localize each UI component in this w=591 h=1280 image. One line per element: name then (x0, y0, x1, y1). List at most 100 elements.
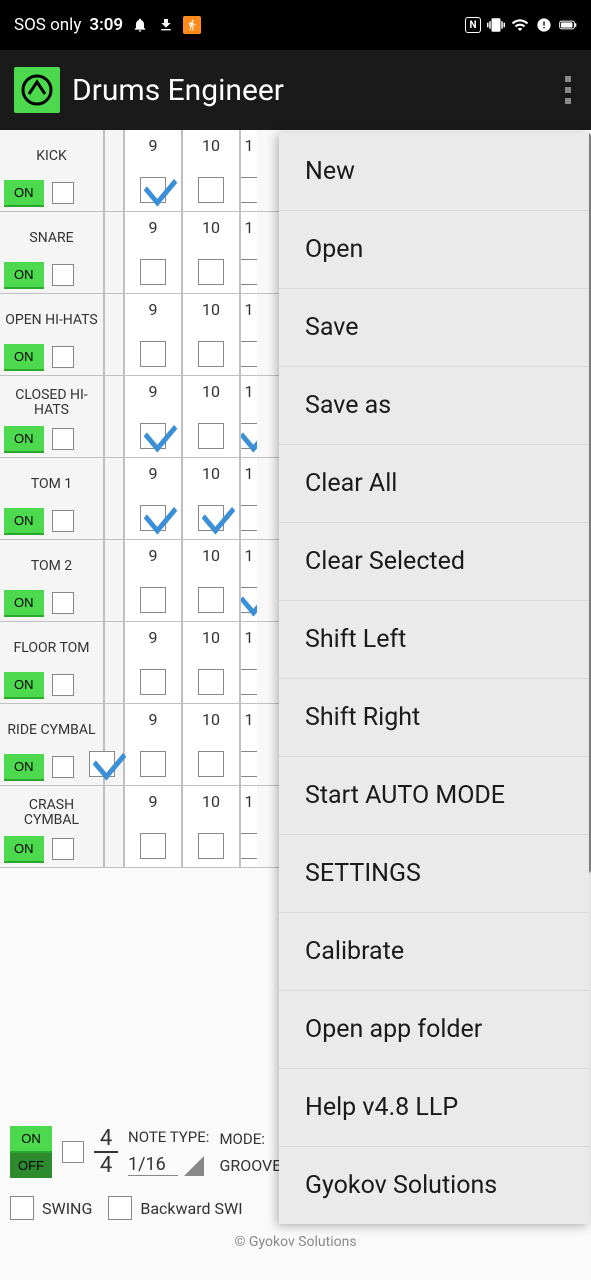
menu-item[interactable]: Calibrate (279, 913, 589, 991)
step-checkbox[interactable] (241, 669, 257, 695)
step-checkbox[interactable] (198, 177, 224, 203)
menu-item[interactable]: Clear Selected (279, 523, 589, 601)
time-signature[interactable]: 4 4 (94, 1126, 118, 1178)
track-checkbox[interactable] (52, 674, 74, 696)
menu-item[interactable]: Save (279, 289, 589, 367)
step-checkbox[interactable] (140, 587, 166, 613)
track-on-button[interactable]: ON (4, 836, 44, 861)
menu-item[interactable]: New (279, 133, 589, 211)
step-checkbox[interactable] (140, 259, 166, 285)
step-cell: 1 (241, 212, 257, 293)
step-checkbox[interactable] (241, 423, 257, 449)
menu-item[interactable]: Shift Left (279, 601, 589, 679)
status-right: N (465, 16, 577, 34)
master-on-button[interactable]: ON (10, 1126, 52, 1151)
step-cell: 10 (183, 622, 241, 703)
track-label-cell: SNAREON (0, 212, 105, 293)
step-checkbox[interactable] (89, 751, 115, 777)
step-cell: 1 (241, 704, 257, 785)
step-checkbox[interactable] (241, 751, 257, 777)
track-checkbox[interactable] (52, 592, 74, 614)
track-on-button[interactable]: ON (4, 590, 44, 615)
menu-item[interactable]: Shift Right (279, 679, 589, 757)
step-cell: 10 (183, 458, 241, 539)
step-checkbox[interactable] (241, 177, 257, 203)
step-cell: 9 (125, 130, 183, 211)
step-checkbox[interactable] (140, 341, 166, 367)
step-checkbox[interactable] (198, 587, 224, 613)
step-checkbox[interactable] (198, 341, 224, 367)
menu-item[interactable]: Open app folder (279, 991, 589, 1069)
track-checkbox[interactable] (52, 428, 74, 450)
signal-text: SOS only (14, 15, 81, 35)
menu-item[interactable]: SETTINGS (279, 835, 589, 913)
menu-item[interactable]: Gyokov Solutions (279, 1147, 589, 1224)
step-checkbox[interactable] (241, 587, 257, 613)
track-label-cell: CLOSED HI-HATSON (0, 376, 105, 457)
step-number: 9 (149, 218, 158, 237)
track-on-button[interactable]: ON (4, 426, 44, 451)
time-text: 3:09 (89, 15, 123, 35)
step-cell: 9 (125, 786, 183, 867)
mode-value[interactable]: GROOVE (219, 1156, 281, 1175)
master-off-button[interactable]: OFF (10, 1153, 52, 1178)
track-checkbox[interactable] (52, 346, 74, 368)
track-on-button[interactable]: ON (4, 754, 44, 779)
track-label-cell: CRASH CYMBALON (0, 786, 105, 867)
track-name: TOM 1 (4, 462, 99, 508)
track-on-button[interactable]: ON (4, 262, 44, 287)
spinner-icon[interactable] (184, 1156, 204, 1176)
step-number: 1 (245, 710, 254, 729)
step-number: 10 (202, 218, 220, 237)
backward-swing-label: Backward SWI (140, 1199, 242, 1218)
track-checkbox[interactable] (52, 838, 74, 860)
step-checkbox[interactable] (198, 833, 224, 859)
step-number: 9 (149, 464, 158, 483)
nfc-icon: N (465, 17, 481, 33)
track-checkbox[interactable] (52, 510, 74, 532)
step-cell: 1 (241, 622, 257, 703)
track-on-button[interactable]: ON (4, 180, 44, 205)
step-checkbox[interactable] (241, 341, 257, 367)
spacer (105, 786, 125, 867)
menu-item[interactable]: Help v4.8 LLP (279, 1069, 589, 1147)
track-checkbox[interactable] (52, 756, 74, 778)
spacer (105, 540, 125, 621)
step-checkbox[interactable] (140, 423, 166, 449)
step-checkbox[interactable] (198, 259, 224, 285)
master-checkbox[interactable] (62, 1141, 84, 1163)
step-checkbox[interactable] (241, 833, 257, 859)
track-label-cell: TOM 1ON (0, 458, 105, 539)
vibrate-icon (487, 16, 505, 34)
step-checkbox[interactable] (241, 259, 257, 285)
step-checkbox[interactable] (241, 505, 257, 531)
overflow-menu-button[interactable] (565, 76, 571, 104)
step-checkbox[interactable] (140, 833, 166, 859)
step-checkbox[interactable] (198, 751, 224, 777)
step-checkbox[interactable] (198, 505, 224, 531)
step-checkbox[interactable] (140, 669, 166, 695)
step-number: 9 (149, 792, 158, 811)
step-number: 10 (202, 628, 220, 647)
menu-item[interactable]: Start AUTO MODE (279, 757, 589, 835)
track-on-button[interactable]: ON (4, 672, 44, 697)
step-checkbox[interactable] (140, 177, 166, 203)
step-number: 1 (245, 628, 254, 647)
menu-item[interactable]: Save as (279, 367, 589, 445)
track-on-button[interactable]: ON (4, 344, 44, 369)
menu-item[interactable]: Open (279, 211, 589, 289)
note-type-value[interactable]: 1/16 (128, 1154, 178, 1176)
track-name: SNARE (4, 216, 99, 262)
spacer (105, 130, 125, 211)
track-on-button[interactable]: ON (4, 508, 44, 533)
step-cell: 1 (241, 376, 257, 457)
step-checkbox[interactable] (198, 669, 224, 695)
step-checkbox[interactable] (140, 751, 166, 777)
menu-item[interactable]: Clear All (279, 445, 589, 523)
step-checkbox[interactable] (198, 423, 224, 449)
track-checkbox[interactable] (52, 264, 74, 286)
swing-checkbox[interactable] (10, 1196, 34, 1220)
step-checkbox[interactable] (140, 505, 166, 531)
backward-swing-checkbox[interactable] (108, 1196, 132, 1220)
track-checkbox[interactable] (52, 182, 74, 204)
